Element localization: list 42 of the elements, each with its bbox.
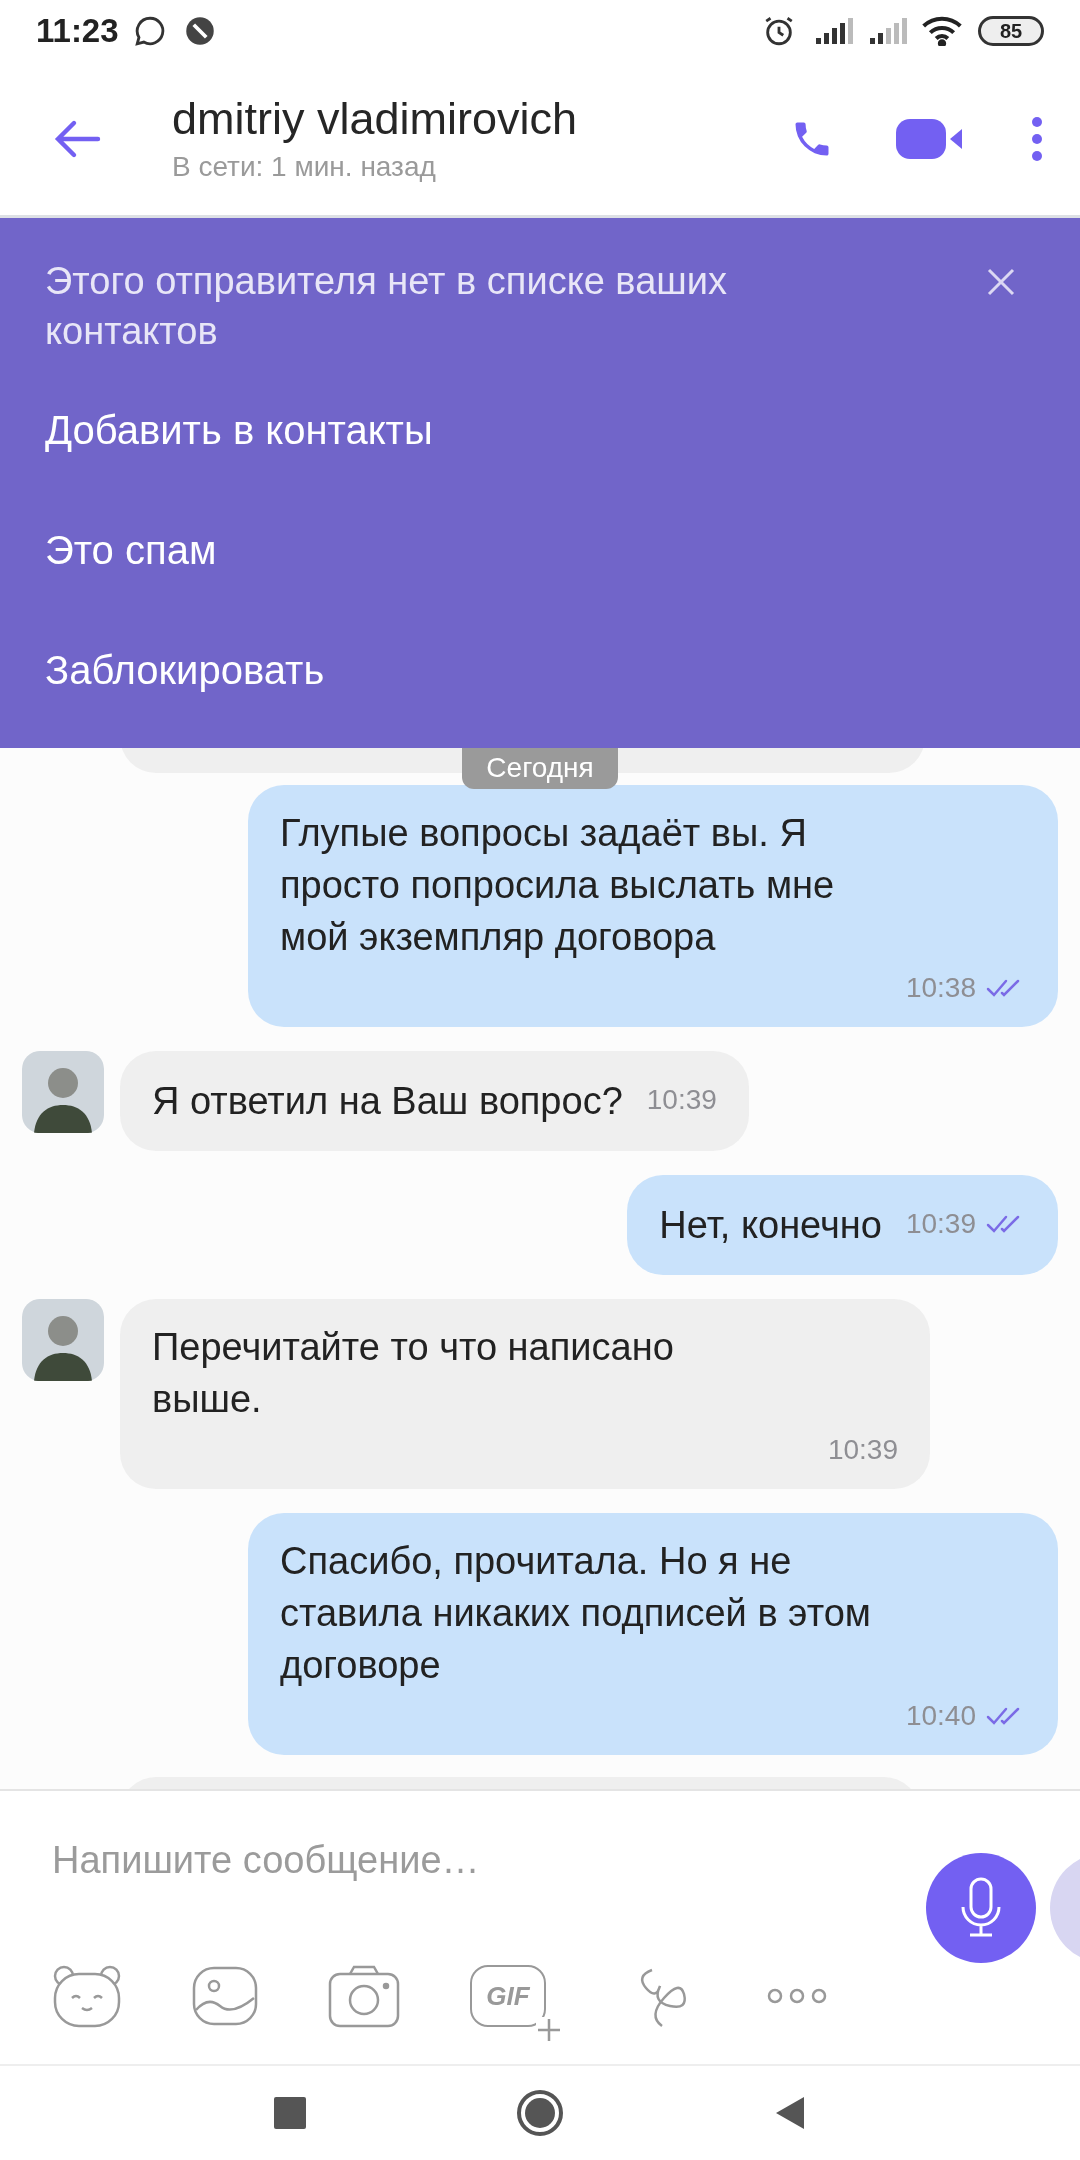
message-input[interactable]: Напишите сообщение…: [52, 1825, 872, 1895]
back-icon[interactable]: [774, 2095, 806, 2131]
message-text: Глупые вопросы задаёт вы. Я просто попросила выслать мне мой экземпляр договора: [280, 811, 836, 960]
banner-message: Этого отправителя нет в списке ваших контактов: [45, 259, 728, 354]
bear-face-icon[interactable]: [52, 1964, 122, 2028]
message-time: 10:39: [905, 1207, 976, 1241]
outgoing-message[interactable]: Глупые вопросы задаёт вы. Я просто попросила выслать мне мой экземпляр договора 10:38: [248, 785, 1058, 1027]
avatar[interactable]: [22, 1051, 104, 1133]
outgoing-message[interactable]: Нет, конечно 10:39: [627, 1175, 1058, 1275]
more-icon[interactable]: [766, 1987, 828, 2005]
avatar[interactable]: [22, 1299, 104, 1381]
message-time: 10:39: [827, 1433, 898, 1467]
video-camera-icon[interactable]: [896, 116, 964, 161]
chat-bubble-icon: [132, 14, 167, 48]
back-arrow-icon[interactable]: [54, 118, 102, 159]
message-time: 10:40: [905, 1699, 976, 1733]
message-time: 10:39: [646, 1083, 717, 1117]
camera-icon[interactable]: [328, 1964, 400, 2028]
blocked-icon: [184, 16, 215, 46]
message-text: Спасибо, прочитала. Но я не ставила никаких подписей в этом договоре: [280, 1539, 872, 1688]
date-chip: Сегодня: [462, 747, 618, 789]
more-options-icon[interactable]: [1030, 115, 1044, 162]
message-text: Я ответил на Ваш вопрос?: [152, 1079, 623, 1124]
wifi-icon: [922, 16, 962, 46]
message-time: 10:38: [905, 971, 976, 1005]
outgoing-message[interactable]: Спасибо, прочитала. Но я не ставила никаких подписей в этом договоре 10:40: [248, 1513, 1058, 1755]
clock: 11:23: [36, 11, 119, 52]
online-status: В сети: 1 мин. назад: [172, 149, 437, 184]
image-icon[interactable]: [192, 1966, 258, 2026]
message-text: Нет, конечно: [659, 1203, 882, 1248]
home-icon[interactable]: [516, 2089, 564, 2137]
battery-indicator: 85: [978, 16, 1044, 46]
banner-action[interactable]: Это спам: [45, 490, 217, 610]
contact-name: dmitriy vladimirovich: [172, 91, 578, 146]
signal-icon: [868, 16, 908, 46]
close-icon[interactable]: [987, 268, 1015, 296]
message-text: Перечитайте то что написано выше.: [152, 1325, 675, 1422]
incoming-message[interactable]: Я ответил на Ваш вопрос? 10:39: [120, 1051, 749, 1151]
banner-action[interactable]: Заблокировать: [45, 610, 325, 730]
incoming-message[interactable]: Перечитайте то что написано выше. 10:39: [120, 1299, 930, 1489]
banner-action[interactable]: Добавить в контакты: [45, 370, 433, 490]
signal-icon: [814, 16, 854, 46]
